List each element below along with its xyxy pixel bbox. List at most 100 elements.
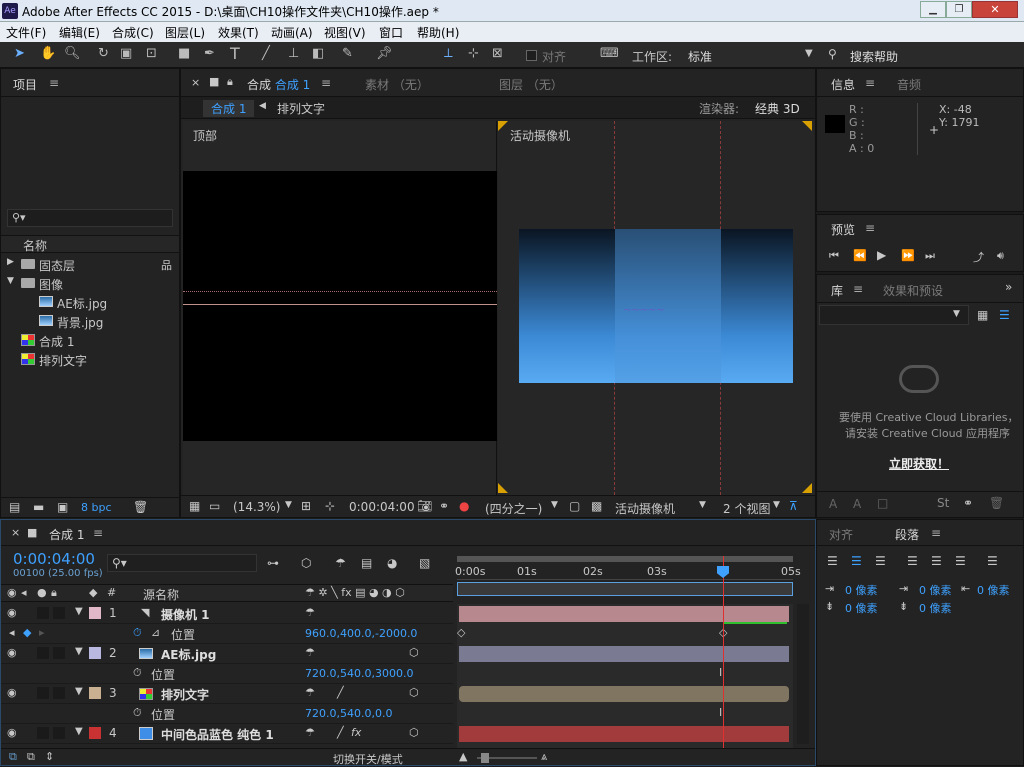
panel-menu-icon[interactable]: ≡	[853, 282, 863, 296]
menu-animation[interactable]: 动画(A)	[271, 24, 313, 41]
label-color[interactable]	[89, 647, 101, 659]
new-folder-icon[interactable]: ▬	[33, 500, 44, 514]
list-item[interactable]: 排列文字	[1, 350, 161, 369]
transparency-grid-icon[interactable]: ▩	[591, 499, 602, 513]
library-tab[interactable]: 库	[831, 282, 843, 299]
chevron-down-icon[interactable]: ▼	[773, 500, 780, 510]
label-color[interactable]	[89, 687, 101, 699]
bpc-label[interactable]: 8 bpc	[81, 501, 112, 514]
draft-3d-icon[interactable]: ⬡	[301, 556, 311, 570]
chevron-down-icon[interactable]: ▼	[551, 500, 558, 510]
property-value[interactable]: 720.0,540.0,3000.0	[305, 667, 413, 680]
stock-icon[interactable]: St	[937, 496, 949, 510]
time-ruler[interactable]: 0:00s 01s 02s 03s 05s	[455, 564, 801, 580]
info-tab[interactable]: 信息	[831, 76, 855, 93]
next-frame-icon[interactable]: ⏩	[901, 249, 915, 262]
chevron-down-icon[interactable]: ▼	[285, 500, 292, 510]
panel-menu-icon[interactable]: ≡	[93, 526, 103, 540]
breadcrumb-next[interactable]: 排列文字	[277, 100, 325, 117]
camera-view[interactable]: 活动摄像机 ~~~~~	[498, 121, 814, 495]
table-row[interactable]: ◉ ▼ 2 AE标.jpg ☂ ⬡	[1, 644, 453, 664]
quality-icon[interactable]: ╱	[337, 726, 344, 739]
prev-frame-icon[interactable]: ⏪	[853, 249, 867, 262]
composition-tab[interactable]: 合成 合成 1	[247, 76, 310, 93]
axis-local-icon[interactable]: ⟂	[444, 46, 453, 61]
sync-icon[interactable]: ⚭	[963, 496, 973, 510]
close-icon[interactable]: ×	[11, 526, 20, 539]
puppet-tool-icon[interactable]: 📌︎	[376, 46, 393, 61]
table-row[interactable]: ⏱︎ 位置 720.0,540.0,0.0	[1, 704, 453, 724]
library-select[interactable]	[819, 305, 969, 325]
comp-flowchart-icon[interactable]: ⊶	[267, 556, 279, 570]
layer-bar[interactable]	[459, 686, 789, 702]
justify-left-icon[interactable]: ☰	[907, 554, 918, 568]
close-button[interactable]: ✕	[972, 1, 1018, 18]
shy-icon[interactable]: ☂	[305, 686, 315, 699]
align-tab[interactable]: 对齐	[829, 526, 853, 543]
panel-menu-icon[interactable]: ≡	[49, 76, 59, 90]
panel-menu-icon[interactable]: ≡	[865, 76, 875, 90]
views-select[interactable]: 2 个视图	[723, 500, 770, 517]
first-frame-icon[interactable]: ⏮	[829, 249, 839, 263]
work-area-bar[interactable]	[457, 556, 793, 562]
show-channel-icon[interactable]: ⚭	[439, 499, 449, 513]
search-help-input[interactable]: 搜索帮助	[850, 48, 898, 65]
frame-blend-icon[interactable]: ▤	[361, 556, 372, 570]
color-channel-icon[interactable]: ●	[459, 499, 469, 513]
zoom-tool-icon[interactable]: 🔍︎	[64, 46, 81, 61]
table-row[interactable]: ◉ ▼ 3 排列文字 ☂ ╱ ⬡	[1, 684, 453, 704]
layer-name[interactable]: 中间色品蓝色 纯色 1	[161, 726, 274, 743]
shy-icon[interactable]: ☂	[305, 726, 315, 739]
graph-icon[interactable]: ⊿	[151, 626, 160, 639]
rectangle-tool-icon[interactable]: ■	[178, 46, 190, 61]
flowchart-icon[interactable]: 品	[161, 257, 172, 273]
next-keyframe-icon[interactable]: ▸	[39, 626, 45, 639]
3d-layer-icon[interactable]: ⬡	[409, 726, 419, 739]
text-style-icon[interactable]: A	[829, 497, 837, 511]
playhead[interactable]	[723, 556, 724, 748]
brush-tool-icon[interactable]: ╱	[262, 46, 270, 61]
align-right-icon[interactable]: ☰	[875, 554, 886, 568]
justify-right-icon[interactable]: ☰	[955, 554, 966, 568]
layer-bar[interactable]	[459, 646, 789, 662]
graph-editor-icon[interactable]: ▧	[419, 556, 430, 570]
zoom-select[interactable]: (14.3%)	[233, 500, 280, 514]
grid-view-icon[interactable]: ▦	[977, 308, 988, 322]
paragraph-tab[interactable]: 段落	[895, 526, 919, 543]
menu-edit[interactable]: 编辑(E)	[59, 24, 100, 41]
align-center-icon[interactable]: ☰	[851, 554, 862, 568]
property-value[interactable]: 720.0,540.0,0.0	[305, 707, 392, 720]
shy-icon[interactable]: ☂	[335, 556, 346, 570]
zoom-slider-handle[interactable]	[481, 753, 489, 763]
space-before-value[interactable]: 0 像素	[845, 600, 878, 616]
time-navigator[interactable]	[457, 582, 793, 596]
menu-file[interactable]: 文件(F)	[6, 24, 46, 41]
rotate-tool-icon[interactable]: ↻	[98, 46, 109, 61]
panel-menu-icon[interactable]: ≡	[931, 526, 941, 540]
modes-icon[interactable]: ⇕	[45, 750, 54, 763]
monitor-icon[interactable]: ▭	[209, 499, 220, 513]
indent-right-value[interactable]: 0 像素	[977, 582, 1010, 598]
breadcrumb-active[interactable]: 合成 1	[203, 100, 255, 117]
align-left-icon[interactable]: ☰	[827, 554, 838, 568]
timeline-timecode[interactable]: 0:00:04:00	[13, 550, 95, 568]
loop-icon[interactable]: ⤴	[973, 249, 984, 265]
layer-name[interactable]: AE标.jpg	[161, 646, 216, 663]
delete-icon[interactable]: 🗑︎	[989, 496, 1004, 510]
menu-window[interactable]: 窗口	[379, 24, 403, 41]
label-color[interactable]	[89, 607, 101, 619]
audio-tab[interactable]: 音频	[897, 76, 921, 93]
fx-icon[interactable]: fx	[351, 726, 361, 739]
preview-tab[interactable]: 预览	[831, 221, 855, 238]
indent-first-value[interactable]: 0 像素	[919, 582, 952, 598]
table-row[interactable]: ⏱︎ 位置 720.0,540.0,3000.0	[1, 664, 453, 684]
axis-view-icon[interactable]: ⊠	[492, 46, 503, 61]
label-color[interactable]	[89, 727, 101, 739]
space-after-value[interactable]: 0 像素	[919, 600, 952, 616]
layer-tab[interactable]: 图层 （无）	[499, 76, 563, 93]
panel-menu-icon[interactable]: ≡	[321, 76, 331, 90]
top-view[interactable]: 顶部	[183, 121, 497, 495]
list-item[interactable]: ▼ 图像	[1, 274, 161, 293]
close-icon[interactable]: ×	[191, 76, 200, 89]
property-value[interactable]: 960.0,400.0,-2000.0	[305, 627, 417, 640]
